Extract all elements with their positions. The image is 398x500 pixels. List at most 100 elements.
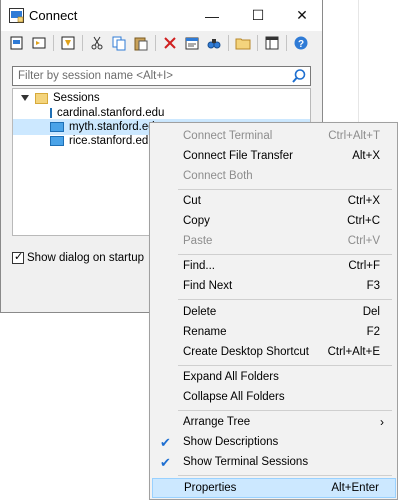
close-button[interactable]: ✕	[279, 0, 325, 31]
toolbar-separator	[228, 35, 229, 51]
svg-text:?: ?	[297, 39, 303, 50]
minimize-button[interactable]: —	[189, 0, 235, 31]
menu-item-label: Connect Both	[183, 170, 253, 182]
menu-item-shortcut: Ctrl+V	[347, 235, 380, 247]
toolbar-separator	[53, 35, 54, 51]
menu-item-label: Show Descriptions	[183, 436, 279, 448]
show-dialog-on-startup-checkbox[interactable]: Show dialog on startup	[12, 250, 144, 264]
search-icon[interactable]	[291, 68, 307, 84]
context-menu: Connect Terminal Ctrl+Alt+T Connect File…	[149, 122, 398, 500]
menu-item-expand-all-folders[interactable]: Expand All Folders	[152, 368, 396, 388]
menu-item-label: Connect File Transfer	[183, 150, 293, 162]
submenu-arrow-icon: ›	[380, 415, 384, 429]
monitor-icon	[50, 108, 52, 118]
layout-icon[interactable]	[262, 34, 281, 52]
new-folder-icon[interactable]	[233, 34, 252, 52]
menu-item-label: Find Next	[183, 280, 233, 292]
quick-connect-icon[interactable]	[29, 34, 48, 52]
tree-item-label: myth.stanford.edu	[69, 121, 162, 133]
menu-item-label: Arrange Tree	[183, 416, 251, 428]
toolbar-separator	[155, 35, 156, 51]
menu-item-label: Expand All Folders	[183, 371, 279, 383]
menu-item-connect-terminal: Connect Terminal Ctrl+Alt+T	[152, 127, 396, 147]
menu-item-cut[interactable]: Cut Ctrl+X	[152, 192, 396, 212]
find-icon[interactable]	[204, 34, 223, 52]
app-icon	[9, 8, 24, 23]
menu-item-shortcut: F2	[366, 326, 380, 338]
cut-icon[interactable]	[87, 34, 106, 52]
menu-item-connect-file-transfer[interactable]: Connect File Transfer Alt+X	[152, 147, 396, 167]
menu-item-label: Collapse All Folders	[183, 391, 285, 403]
toolbar-separator	[286, 35, 287, 51]
menu-item-find-next[interactable]: Find Next F3	[152, 277, 396, 297]
menu-item-paste: Paste Ctrl+V	[152, 232, 396, 252]
properties-icon[interactable]	[182, 34, 201, 52]
menu-item-delete[interactable]: Delete Del	[152, 303, 396, 323]
maximize-icon: ☐	[251, 7, 265, 23]
menu-item-label: Rename	[183, 326, 227, 338]
tree-item-label: rice.stanford.edu	[69, 135, 155, 147]
menu-item-show-terminal-sessions[interactable]: ✔ Show Terminal Sessions	[152, 453, 396, 473]
checkmark-icon: ✔	[160, 455, 171, 470]
menu-item-shortcut: Alt+X	[352, 150, 380, 162]
menu-item-shortcut: Ctrl+X	[347, 195, 380, 207]
monitor-icon	[50, 136, 64, 146]
collapse-chevron-icon[interactable]	[21, 95, 29, 101]
menu-item-rename[interactable]: Rename F2	[152, 323, 396, 343]
menu-item-find[interactable]: Find... Ctrl+F	[152, 257, 396, 277]
new-session-icon[interactable]	[7, 34, 26, 52]
menu-item-show-descriptions[interactable]: ✔ Show Descriptions	[152, 433, 396, 453]
menu-item-create-desktop-shortcut[interactable]: Create Desktop Shortcut Ctrl+Alt+E	[152, 343, 396, 363]
menu-separator	[178, 475, 392, 476]
paste-icon[interactable]	[131, 34, 150, 52]
menu-item-label: Connect Terminal	[183, 130, 273, 142]
checkbox-checked-icon[interactable]	[12, 250, 24, 264]
menu-item-label: Cut	[183, 195, 201, 207]
import-icon[interactable]	[58, 34, 77, 52]
folder-icon	[35, 92, 48, 104]
checkmark-icon: ✔	[160, 435, 171, 450]
monitor-icon	[50, 122, 64, 132]
menu-item-shortcut: Del	[362, 306, 380, 318]
menu-item-copy[interactable]: Copy Ctrl+C	[152, 212, 396, 232]
title-bar: Connect — ☐ ✕	[1, 0, 322, 31]
window-title: Connect	[29, 8, 78, 23]
menu-item-connect-both: Connect Both	[152, 167, 396, 187]
maximize-button[interactable]: ☐	[235, 0, 281, 31]
menu-item-label: Properties	[184, 482, 237, 494]
menu-item-label: Create Desktop Shortcut	[183, 346, 309, 358]
session-filter-input[interactable]: Filter by session name <Alt+I>	[12, 66, 311, 86]
minimize-icon: —	[205, 7, 219, 24]
tree-item-label: cardinal.stanford.edu	[57, 107, 165, 119]
toolbar-separator	[82, 35, 83, 51]
toolbar-separator	[257, 35, 258, 51]
copy-icon[interactable]	[109, 34, 128, 52]
menu-item-shortcut: F3	[366, 280, 380, 292]
menu-item-label: Find...	[183, 260, 215, 272]
menu-item-shortcut: Ctrl+Alt+T	[328, 130, 380, 142]
menu-item-shortcut: Ctrl+C	[347, 215, 380, 227]
menu-separator	[178, 254, 392, 255]
tree-item-session[interactable]: rice.stanford.edu	[50, 133, 160, 149]
menu-item-label: Show Terminal Sessions	[183, 456, 309, 468]
toolbar: ?	[1, 31, 322, 55]
filter-placeholder: Filter by session name <Alt+I>	[18, 70, 174, 82]
menu-item-label: Copy	[183, 215, 210, 227]
close-icon: ✕	[296, 7, 308, 23]
delete-icon[interactable]	[160, 34, 179, 52]
menu-item-label: Delete	[183, 306, 217, 318]
startup-checkbox-label: Show dialog on startup	[27, 252, 144, 264]
menu-separator	[178, 299, 392, 300]
menu-item-shortcut: Ctrl+F	[348, 260, 380, 272]
menu-item-shortcut: Ctrl+Alt+E	[327, 346, 380, 358]
help-icon[interactable]: ?	[291, 34, 310, 52]
tree-folder-label: Sessions	[53, 92, 100, 104]
menu-item-properties[interactable]: Properties Alt+Enter	[152, 478, 396, 498]
menu-item-shortcut: Alt+Enter	[331, 482, 379, 494]
menu-item-collapse-all-folders[interactable]: Collapse All Folders	[152, 388, 396, 408]
menu-item-arrange-tree[interactable]: Arrange Tree ›	[152, 413, 396, 433]
tree-folder-sessions[interactable]: Sessions	[13, 90, 310, 106]
menu-item-label: Paste	[183, 235, 213, 247]
menu-separator	[178, 189, 392, 190]
menu-separator	[178, 410, 392, 411]
